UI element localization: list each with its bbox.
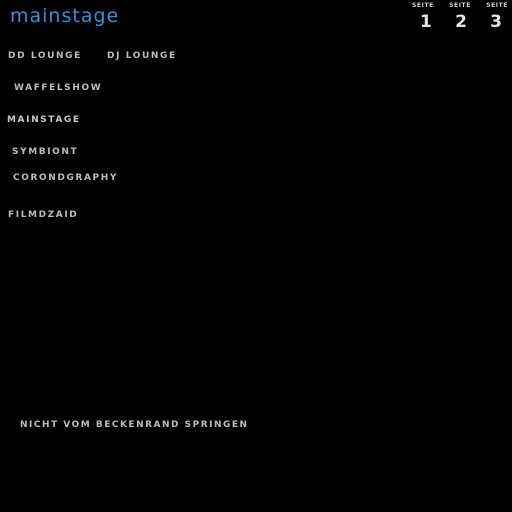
nav-link-waffelshow[interactable]: WAFFELSHOW [14,83,102,94]
page-label-1: SEITE [412,2,434,9]
page-numbers: 1 2 3 [412,12,508,32]
page-switcher: SEITE SEITE SEITE 1 2 3 [412,2,508,32]
footer-note: NICHT VOM BECKENRAND SPRINGEN [20,420,249,430]
page-3-link[interactable]: 3 [490,12,502,32]
nav-link-corondgraphy[interactable]: CORONDGRAPHY [13,173,118,184]
page-label-2: SEITE [449,2,471,9]
nav-link-symbiont[interactable]: SYMBIONT [12,147,78,158]
nav-link-filmdzaid[interactable]: FILMDZAID [8,210,78,221]
page-2-link[interactable]: 2 [455,12,467,32]
mainstage-logo[interactable]: mainstage [10,5,119,27]
page-1-link[interactable]: 1 [420,12,432,32]
page-label-3: SEITE [486,2,508,9]
nav-link-mainstage[interactable]: MAINSTAGE [7,115,81,126]
nav-link-dd-lounge[interactable]: DD LOUNGE [8,51,82,62]
nav-link-dj-lounge[interactable]: DJ LOUNGE [107,51,177,62]
page-labels: SEITE SEITE SEITE [412,2,508,10]
